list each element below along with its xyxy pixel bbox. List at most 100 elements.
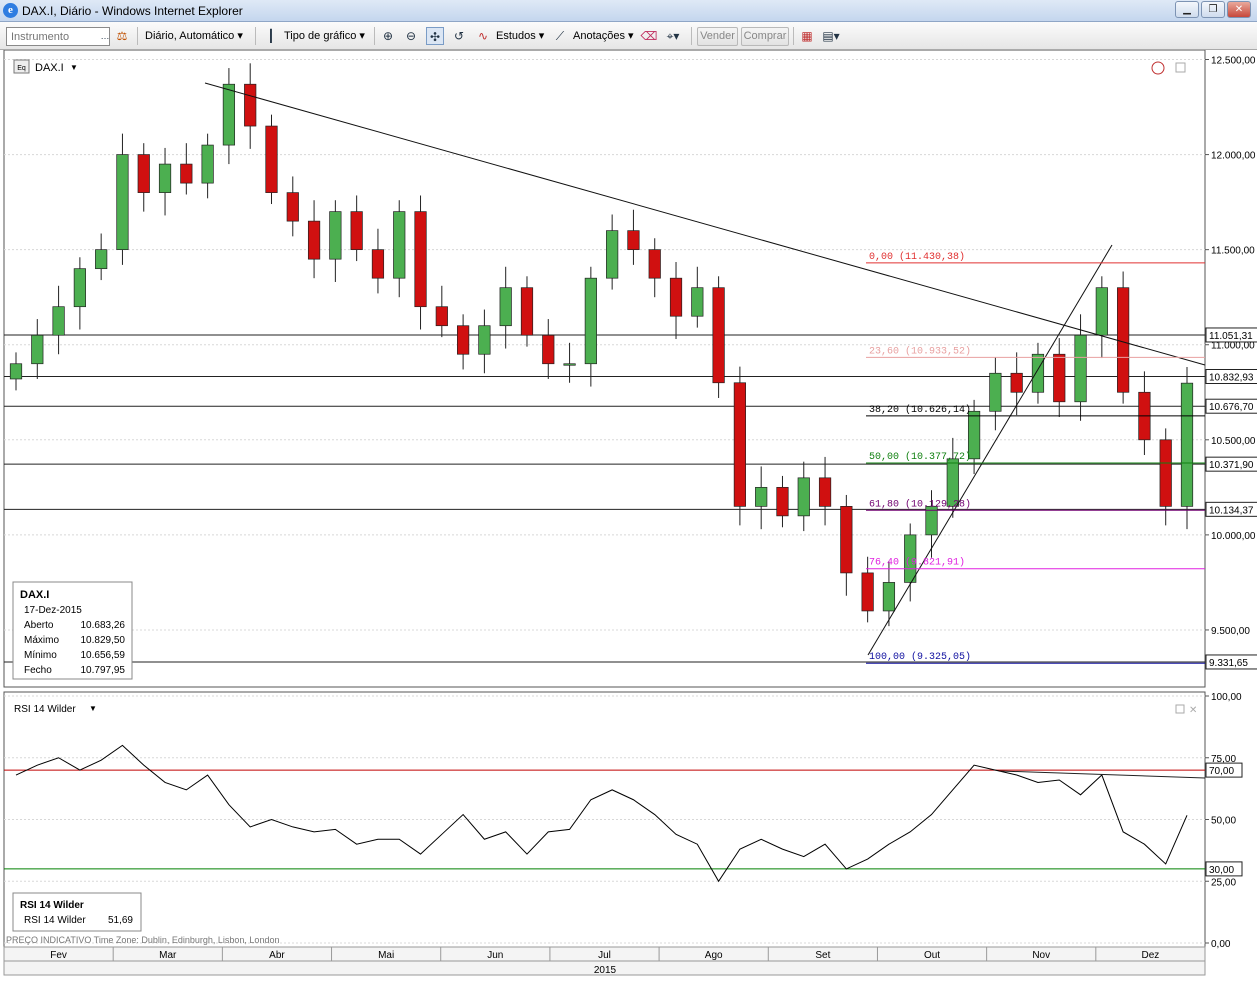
price-tag: 10.371,90 [1209, 460, 1254, 471]
chart-area[interactable]: 12.500,0012.000,0011.500,0011.000,0010.5… [0, 50, 1257, 981]
rsi-dropdown-icon: ▼ [89, 704, 97, 713]
period-dropdown[interactable]: Diário, Automático ▾ [145, 26, 243, 46]
rsi-tick-label: 0,00 [1211, 939, 1231, 950]
candle-body [350, 211, 363, 251]
symbol-dropdown-icon: ▼ [70, 63, 78, 72]
price-tick-label: 10.500,00 [1211, 436, 1256, 447]
candle-body [137, 154, 150, 193]
restore-icon[interactable]: ❐ [1201, 1, 1225, 18]
price-tick-label: 11.500,00 [1211, 246, 1255, 257]
price-tick-label: 12.500,00 [1211, 56, 1256, 67]
chart-type-icon: ┃ [267, 29, 275, 43]
candle-body [478, 325, 491, 355]
fib-label: 100,00 (9.325,05) [869, 651, 971, 663]
rsi-info-title: RSI 14 Wilder [20, 900, 84, 911]
candle-body [307, 220, 321, 260]
info-close-value: 10.797,95 [81, 665, 126, 676]
candle-body [840, 506, 853, 574]
price-tag: 10.134,37 [1209, 505, 1254, 516]
price-tag: 9.331,65 [1209, 658, 1248, 669]
clock-icon[interactable] [1151, 61, 1165, 75]
candle-body [989, 372, 1002, 412]
info-close-label: Fecho [24, 665, 52, 676]
ie-logo-icon: e [3, 3, 18, 18]
minimize-icon[interactable]: ▁ [1175, 1, 1199, 18]
zoom-out-icon[interactable]: ⊖ [402, 27, 420, 45]
price-tick-label: 9.500,00 [1211, 626, 1250, 637]
chart-type-dropdown[interactable]: Tipo de gráfico ▾ [284, 26, 365, 46]
rsi-close-icon[interactable]: ✕ [1189, 705, 1197, 716]
info-open-value: 10.683,26 [81, 620, 126, 631]
sell-button[interactable]: Vender [697, 27, 738, 46]
info-low-value: 10.656,59 [81, 650, 126, 661]
fib-label: 0,00 (11.430,38) [869, 251, 965, 263]
studies-icon: ∿ [477, 29, 489, 43]
price-tag: 11.051,31 [1209, 331, 1253, 342]
rsi-info-label: RSI 14 Wilder [24, 915, 86, 926]
studies-dropdown[interactable]: Estudos ▾ [496, 26, 544, 46]
candle-body [520, 287, 534, 336]
candle-body [371, 249, 385, 279]
month-label: Jun [487, 950, 503, 961]
symbol-badge-icon: Eq [17, 65, 26, 72]
candle-body [669, 277, 683, 317]
month-label: Set [815, 950, 830, 961]
month-label: Out [924, 950, 940, 961]
compare-icon[interactable]: ⚖ [113, 27, 131, 45]
candle-body [648, 249, 661, 279]
zoom-in-icon[interactable]: ⊕ [379, 27, 397, 45]
candle-body [286, 192, 299, 222]
rsi-tick-label: 100,00 [1211, 692, 1242, 703]
footer-note: PREÇO INDICATIVO Time Zone: Dublin, Edin… [6, 935, 279, 945]
month-label: Mar [159, 950, 177, 961]
price-panel[interactable] [3, 50, 1206, 688]
month-label: Dez [1142, 950, 1160, 961]
month-label: Nov [1032, 950, 1050, 961]
candle-body [393, 211, 406, 279]
candle-body [265, 125, 278, 193]
eraser-icon[interactable]: ⌫ [640, 27, 658, 45]
candle-body [1031, 353, 1045, 393]
instrument-input[interactable] [6, 27, 110, 46]
candle-body [329, 211, 342, 260]
info-date: 17-Dez-2015 [24, 605, 82, 616]
reset-icon[interactable]: ↺ [450, 27, 468, 45]
candle-body [1074, 334, 1087, 403]
candle-body [180, 163, 193, 184]
candle-body [457, 325, 470, 355]
trendline-icon: ⟋ [555, 29, 565, 43]
crosshair-options-icon[interactable]: ⌖▾ [664, 27, 682, 45]
candle-body [1159, 439, 1172, 507]
buy-button[interactable]: Comprar [741, 27, 789, 46]
fib-label: 76,40 (9.821,91) [869, 557, 965, 569]
candle-body [95, 249, 108, 270]
candle-body [627, 230, 640, 251]
year-label: 2015 [594, 965, 617, 976]
candle-body [1180, 382, 1194, 507]
price-tick-label: 12.000,00 [1211, 151, 1256, 162]
rsi-tag: 70,00 [1209, 766, 1234, 777]
candle-body [733, 382, 746, 507]
instrument-search-icon[interactable]: … [96, 27, 114, 45]
close-icon[interactable]: ✕ [1227, 1, 1251, 18]
candle-body [222, 83, 236, 146]
rsi-tick-label: 50,00 [1211, 816, 1236, 827]
candle-body [584, 277, 597, 365]
crosshair-icon[interactable]: ✣ [426, 27, 444, 45]
candle-body [861, 572, 874, 612]
month-label: Mai [378, 950, 394, 961]
fib-label: 38,20 (10.626,14) [869, 404, 971, 416]
settings-dropdown-icon[interactable]: ▤▾ [822, 27, 840, 45]
candle-body [882, 582, 896, 612]
info-title: DAX.I [20, 589, 49, 601]
candle-body [414, 211, 427, 308]
annotations-dropdown[interactable]: Anotações ▾ [573, 26, 634, 46]
info-high-label: Máximo [24, 635, 59, 646]
export-chart-icon[interactable]: ▦ [798, 27, 816, 45]
fib-label: 23,60 (10.933,52) [869, 345, 971, 357]
info-low-label: Mínimo [24, 650, 57, 661]
rsi-tag: 30,00 [1209, 865, 1234, 876]
rsi-tick-label: 25,00 [1211, 877, 1236, 888]
window-title: DAX.I, Diário - Windows Internet Explore… [22, 4, 243, 18]
info-open-label: Aberto [24, 620, 54, 631]
